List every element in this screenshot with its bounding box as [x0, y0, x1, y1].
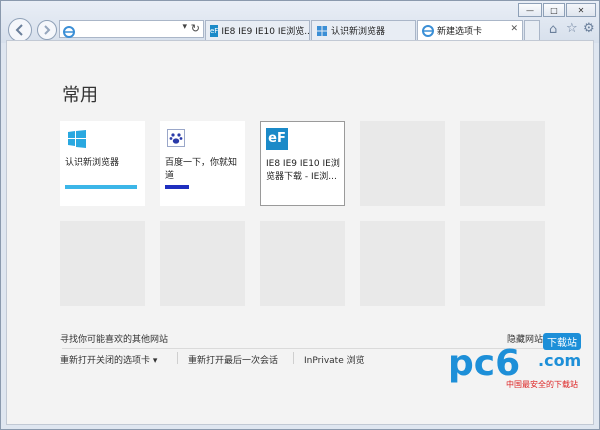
discover-sites-link[interactable]: 寻找你可能喜欢的其他网站 — [60, 332, 168, 345]
forward-button[interactable] — [37, 20, 57, 40]
ef-favicon-icon: eF — [210, 24, 219, 37]
tab-new-tab[interactable]: 新建选项卡 ✕ — [417, 20, 523, 40]
ie-window: ▾ ↻ eF IE8 IE9 IE10 IE浏览... 认识新浏览器 新建选项卡… — [0, 0, 600, 430]
tile-label: 认识新浏览器 — [65, 158, 120, 168]
watermark-domain: .com — [538, 351, 582, 370]
tab-new-browser[interactable]: 认识新浏览器 — [311, 20, 416, 40]
tile-empty[interactable] — [460, 221, 545, 306]
title-bar: ▾ ↻ eF IE8 IE9 IE10 IE浏览... 认识新浏览器 新建选项卡… — [1, 1, 599, 43]
tile-accent-bar — [65, 185, 137, 189]
link-separator — [177, 352, 178, 364]
svg-text:pc6: pc6 — [448, 343, 520, 383]
ef-logo-icon: eF — [266, 128, 288, 150]
close-tab-icon[interactable]: ✕ — [510, 24, 518, 34]
tile-empty[interactable] — [360, 121, 445, 206]
address-bar[interactable]: ▾ ↻ — [59, 20, 204, 38]
tile-ie-download[interactable]: eF IE8 IE9 IE10 IE浏览器下载 - IE浏... — [260, 121, 345, 206]
forward-arrow-icon — [44, 25, 51, 35]
home-icon[interactable]: ⌂ — [549, 22, 557, 37]
ie-logo-icon — [63, 23, 75, 38]
tile-empty[interactable] — [260, 221, 345, 306]
tile-label: IE8 IE9 IE10 IE浏览器下载 - IE浏... — [266, 159, 340, 182]
ie-favicon-icon — [316, 25, 328, 37]
tile-label: 百度一下，你就知道 — [165, 158, 238, 181]
ie-favicon-icon — [422, 24, 434, 37]
reopen-last-session-link[interactable]: 重新打开最后一次会话 — [188, 353, 278, 366]
back-arrow-icon — [15, 24, 23, 36]
favorites-star-icon[interactable]: ☆ — [566, 21, 578, 36]
watermark-badge: 下载站 — [543, 333, 581, 350]
new-tab-button[interactable] — [524, 20, 540, 40]
tab-label: 认识新浏览器 — [331, 27, 386, 37]
link-separator — [293, 352, 294, 364]
windows-logo-icon — [68, 130, 86, 148]
reopen-closed-tabs-link[interactable]: 重新打开关闭的选项卡 ▾ — [60, 353, 157, 366]
tab-ie-download[interactable]: eF IE8 IE9 IE10 IE浏览... — [205, 20, 310, 40]
tile-baidu[interactable]: 百度一下，你就知道 — [160, 121, 245, 206]
tile-new-browser[interactable]: 认识新浏览器 — [60, 121, 145, 206]
tab-label: 新建选项卡 — [437, 27, 483, 37]
close-button[interactable]: ✕ — [566, 3, 596, 17]
watermark-tagline: 中国最安全的下载站 — [506, 380, 578, 389]
minimize-button[interactable]: — — [518, 3, 542, 17]
back-button[interactable] — [8, 18, 32, 42]
tile-accent-bar — [165, 185, 189, 189]
tile-empty[interactable] — [160, 221, 245, 306]
section-title: 常用 — [62, 85, 98, 106]
pc6-watermark: pc6 下载站 .com 中国最安全的下载站 — [446, 331, 594, 393]
baidu-paw-icon — [167, 129, 185, 147]
tab-label: IE8 IE9 IE10 IE浏览... — [221, 27, 310, 37]
maximize-button[interactable]: □ — [543, 3, 565, 17]
refresh-icon[interactable]: ↻ — [191, 22, 200, 35]
tile-empty[interactable] — [60, 221, 145, 306]
tile-empty[interactable] — [360, 221, 445, 306]
settings-gear-icon[interactable]: ⚙ — [583, 21, 595, 36]
dropdown-icon[interactable]: ▾ — [182, 22, 187, 32]
tile-empty[interactable] — [460, 121, 545, 206]
inprivate-browsing-link[interactable]: InPrivate 浏览 — [304, 353, 365, 366]
